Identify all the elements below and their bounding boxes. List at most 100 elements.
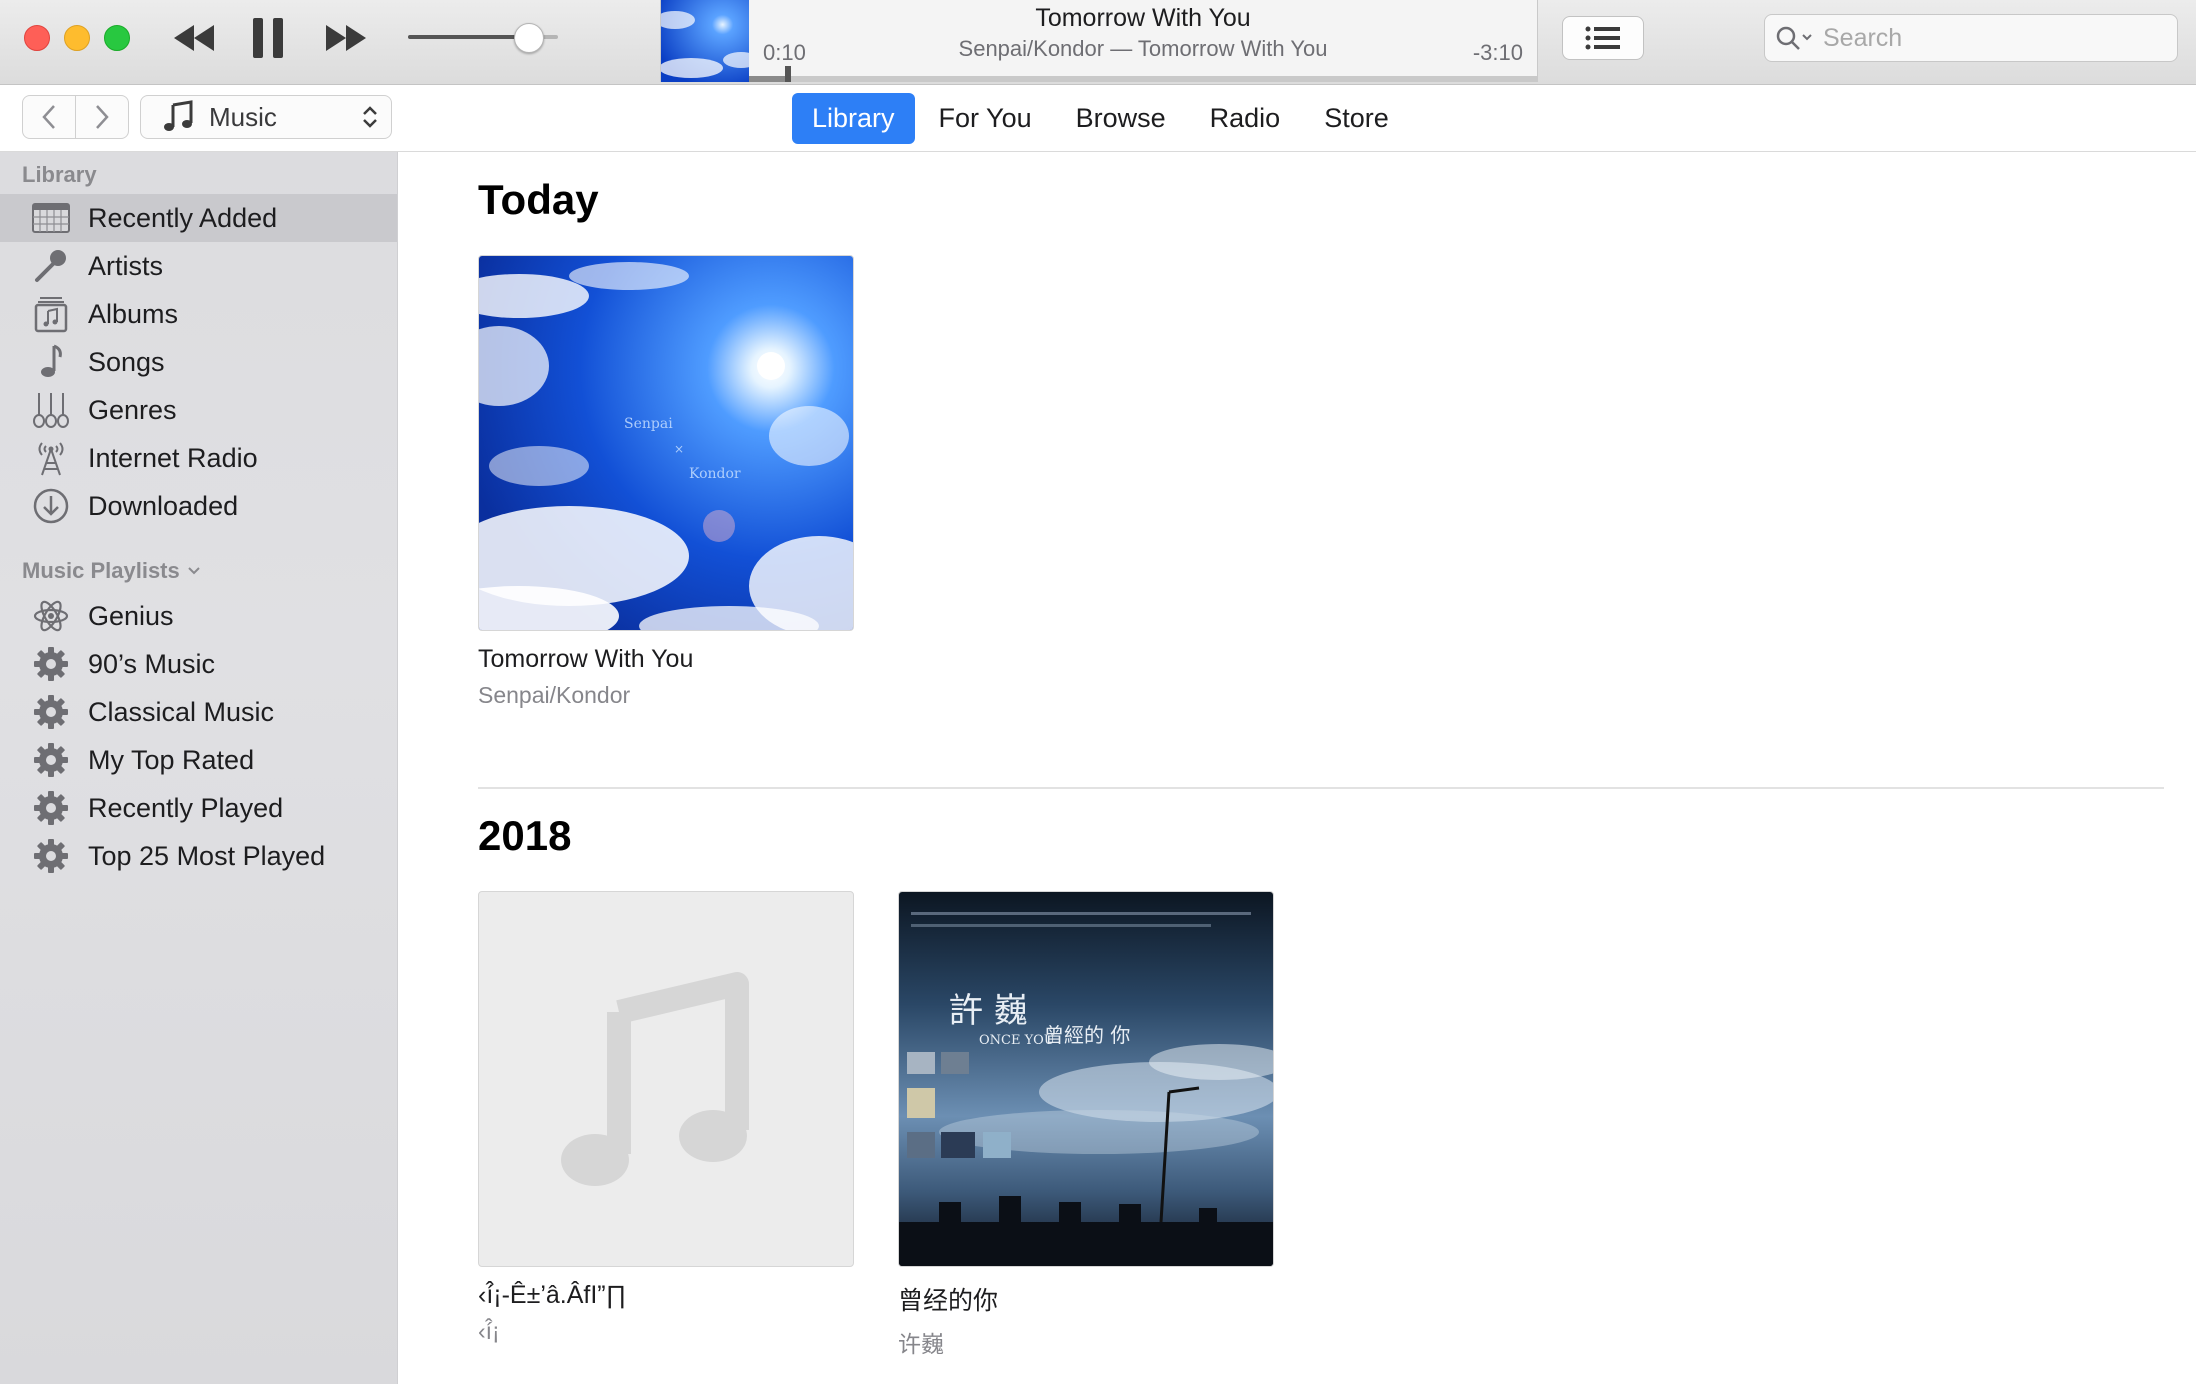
album-title[interactable]: ‹í̂¡-Ê±’â.ÂfI”∏ (478, 1281, 854, 1310)
search-icon (1776, 26, 1812, 50)
fast-forward-icon (326, 25, 366, 51)
close-window-button[interactable] (24, 25, 50, 51)
library-section-header: Library (22, 162, 97, 187)
artwork-text-title: 曾經的 你 (1044, 1023, 1130, 1047)
sidebar-item-genius[interactable]: Genius (0, 592, 397, 640)
music-note-icon (32, 343, 70, 381)
sidebar-item-downloaded[interactable]: Downloaded (0, 482, 397, 530)
media-kind-selector[interactable]: Music (140, 95, 392, 139)
playlists-section-header[interactable]: Music Playlists (22, 558, 202, 584)
volume-slider-knob[interactable] (514, 23, 544, 53)
sidebar-item-label: Genius (88, 600, 174, 631)
tab-store[interactable]: Store (1304, 93, 1409, 144)
artwork-text-kondor: Kondor (689, 466, 741, 482)
list-icon (1585, 26, 1620, 50)
chevron-right-icon (96, 105, 109, 129)
forward-button[interactable] (75, 95, 129, 139)
calendar-grid-icon (32, 199, 70, 237)
artwork-text-x: × (674, 442, 684, 456)
sidebar-item-label: Albums (88, 298, 179, 329)
sidebar-item-genres[interactable]: Genres (0, 386, 397, 434)
gear-icon (32, 789, 70, 827)
sidebar-item-label: Recently Played (88, 792, 284, 823)
gear-icon (32, 693, 70, 731)
gear-icon (32, 645, 70, 683)
tab-browse[interactable]: Browse (1056, 93, 1186, 144)
now-playing-display[interactable]: Tomorrow With You Senpai/Kondor — Tomorr… (660, 0, 1538, 82)
album-artwork-placeholder[interactable] (478, 891, 854, 1267)
tab-library[interactable]: Library (792, 92, 915, 144)
title-bar: Tomorrow With You Senpai/Kondor — Tomorr… (0, 0, 2196, 85)
sidebar-item-label: Internet Radio (88, 442, 258, 473)
sidebar-item-label: My Top Rated (88, 744, 255, 775)
chevron-down-icon (188, 567, 200, 575)
sidebar-item-90s-music[interactable]: 90’s Music (0, 640, 397, 688)
recently-added-content: Today Senpai × Kondor Tomorrow With You … (398, 152, 2196, 1384)
sidebar-item-internet-radio[interactable]: Internet Radio (0, 434, 397, 482)
gear-icon (32, 837, 70, 875)
album-icon (32, 295, 70, 333)
artwork-text-once-you: ONCE YOU (979, 1033, 1055, 1048)
playback-progress-fill (749, 76, 789, 82)
download-circle-icon (32, 487, 70, 525)
artwork-text-artist: 許 巍 (949, 991, 1028, 1031)
album-artist[interactable]: Senpai/Kondor (478, 682, 854, 709)
elapsed-time: 0:10 (763, 40, 806, 65)
album-title[interactable]: Tomorrow With You (478, 645, 854, 674)
artwork-text-senpai: Senpai (624, 416, 673, 432)
now-playing-subtitle: Senpai/Kondor — Tomorrow With You (958, 36, 1328, 61)
sidebar-item-top-25-most-played[interactable]: Top 25 Most Played (0, 832, 397, 880)
tab-for-you[interactable]: For You (919, 93, 1052, 144)
up-next-button[interactable] (1562, 16, 1644, 60)
album-title[interactable]: 曾经的你 (898, 1281, 1274, 1317)
section-title-today: Today (478, 176, 599, 223)
sidebar-item-label: Recently Added (88, 202, 278, 233)
now-playing-title: Tomorrow With You (1035, 4, 1251, 32)
section-divider (478, 787, 2164, 789)
guitars-icon (32, 391, 70, 429)
sidebar-item-songs[interactable]: Songs (0, 338, 397, 386)
microphone-icon (32, 247, 70, 285)
section-tabs: Library For You Browse Radio Store (792, 92, 1413, 144)
rewind-icon (174, 25, 214, 51)
sidebar-item-label: 90’s Music (88, 648, 216, 679)
now-playing-artwork[interactable] (661, 0, 749, 82)
music-note-icon (164, 100, 193, 131)
zoom-window-button[interactable] (104, 25, 130, 51)
tab-radio[interactable]: Radio (1190, 93, 1301, 144)
fast-forward-button[interactable] (318, 12, 374, 64)
album-artist[interactable]: 许巍 (898, 1325, 1274, 1359)
album-artwork[interactable]: 許 巍 曾經的 你 ONCE YOU (898, 891, 1274, 1267)
chevron-left-icon (42, 105, 55, 129)
playhead[interactable] (785, 66, 792, 82)
playback-progress-bar[interactable] (749, 66, 1537, 82)
sidebar-item-label: Downloaded (88, 490, 239, 521)
section-title-2018: 2018 (478, 812, 572, 859)
album-artist[interactable]: ‹í̂¡ (478, 1318, 854, 1345)
sidebar-item-my-top-rated[interactable]: My Top Rated (0, 736, 397, 784)
album-tile[interactable]: ‹í̂¡-Ê±’â.ÂfI”∏ ‹í̂¡ (478, 891, 854, 1345)
sidebar-item-recently-added[interactable]: Recently Added (0, 194, 397, 242)
album-tile[interactable]: Senpai × Kondor Tomorrow With You Senpai… (478, 255, 854, 709)
album-tile[interactable]: 許 巍 曾經的 你 ONCE YOU 曾经的你 许巍 (898, 891, 1274, 1359)
minimize-window-button[interactable] (64, 25, 90, 51)
sidebar: Library Recently Added Artists Albums So… (0, 152, 398, 1384)
sidebar-item-label: Genres (88, 394, 177, 425)
sidebar-item-albums[interactable]: Albums (0, 290, 397, 338)
chevron-up-down-icon (363, 106, 377, 128)
pause-button[interactable] (246, 12, 290, 64)
sidebar-item-recently-played[interactable]: Recently Played (0, 784, 397, 832)
search-field[interactable] (1764, 14, 2178, 62)
sidebar-item-label: Top 25 Most Played (88, 840, 326, 871)
sidebar-item-label: Classical Music (88, 696, 275, 727)
sidebar-item-classical-music[interactable]: Classical Music (0, 688, 397, 736)
remaining-time: -3:10 (1472, 40, 1523, 65)
sidebar-item-artists[interactable]: Artists (0, 242, 397, 290)
sidebar-item-label: Artists (88, 250, 164, 281)
album-artwork[interactable]: Senpai × Kondor (478, 255, 854, 631)
search-input[interactable] (1821, 22, 2155, 54)
rewind-button[interactable] (166, 12, 222, 64)
antenna-icon (32, 439, 70, 477)
back-button[interactable] (22, 95, 76, 139)
playlists-header-label: Music Playlists (22, 558, 180, 583)
